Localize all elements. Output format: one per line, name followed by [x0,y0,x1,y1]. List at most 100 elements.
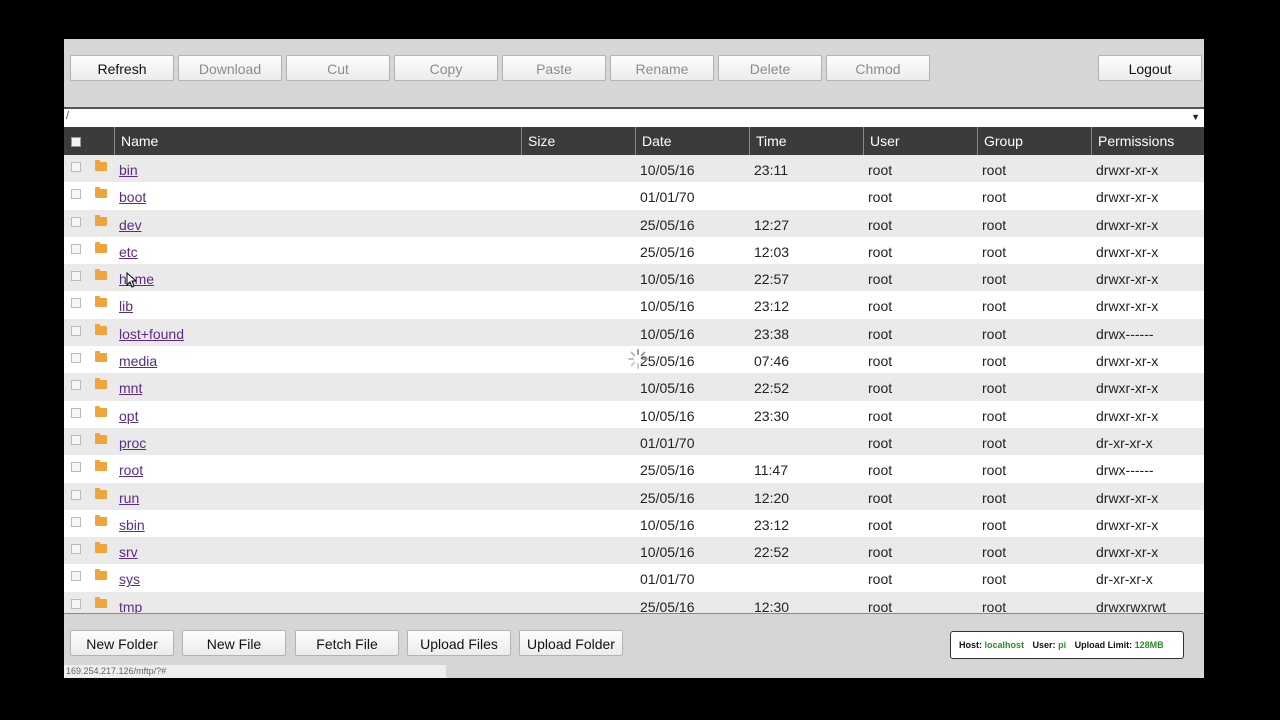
download-button[interactable]: Download [178,55,282,81]
column-header-size[interactable]: Size [521,127,635,155]
table-row[interactable]: proc 01/01/70 root root dr-xr-xr-x [64,427,1204,456]
table-row[interactable]: etc 25/05/16 12:03 root root drwxr-xr-x [64,237,1204,264]
delete-button[interactable]: Delete [718,55,822,81]
row-checkbox[interactable] [71,353,81,364]
file-name-link[interactable]: srv [119,544,138,560]
fetch-file-button[interactable]: Fetch File [295,630,399,656]
upload-limit-value: 128MB [1134,640,1164,650]
row-checkbox[interactable] [71,462,81,473]
row-checkbox[interactable] [71,162,81,172]
column-header-date[interactable]: Date [635,127,749,155]
file-name-link[interactable]: lost+found [119,326,184,342]
time-cell: 11:47 [754,462,788,479]
rename-button[interactable]: Rename [610,55,714,81]
column-header-user[interactable]: User [863,127,977,155]
row-checkbox[interactable] [71,489,81,500]
table-row[interactable]: home 10/05/16 22:57 root root drwxr-xr-x [64,264,1204,292]
select-all-checkbox[interactable] [71,137,81,147]
row-checkbox[interactable] [71,407,81,418]
table-row[interactable]: tmp 25/05/16 12:30 root root drwxrwxrwt [64,591,1204,614]
logout-button[interactable]: Logout [1098,55,1202,81]
table-row[interactable]: run 25/05/16 12:20 root root drwxr-xr-x [64,482,1204,510]
time-cell: 12:27 [754,216,790,233]
row-checkbox[interactable] [71,544,81,555]
cut-button[interactable]: Cut [286,55,390,81]
folder-icon [95,569,107,581]
new-folder-button[interactable]: New Folder [70,630,174,656]
file-name-link[interactable]: home [119,271,154,287]
group-cell: root [982,407,1007,424]
group-cell: root [982,571,1007,588]
file-name-link[interactable]: sbin [119,517,145,533]
folder-icon [95,160,107,171]
column-header-name[interactable]: Name [114,127,521,155]
column-header-group[interactable]: Group [977,127,1091,155]
file-name-link[interactable]: sys [119,571,140,587]
toolbar: Refresh Download Cut Copy Paste Rename D… [64,39,1204,107]
file-name-link[interactable]: lib [119,298,133,314]
table-row[interactable]: mnt 10/05/16 22:52 root root drwxr-xr-x [64,373,1204,401]
row-checkbox[interactable] [71,598,81,609]
table-row[interactable]: lib 10/05/16 23:12 root root drwxr-xr-x [64,291,1204,318]
table-row[interactable]: dev 25/05/16 12:27 root root drwxr-xr-x [64,209,1204,237]
permissions-cell: drwxr-xr-x [1096,544,1159,561]
table-header: Name Size Date Time User Group Permissio… [64,127,1204,155]
group-cell: root [982,544,1007,561]
permissions-cell: dr-xr-xr-x [1096,571,1153,588]
file-name-link[interactable]: tmp [119,599,142,613]
row-checkbox[interactable] [71,516,81,527]
row-checkbox[interactable] [71,189,81,200]
permissions-cell: drwxr-xr-x [1096,298,1159,315]
permissions-cell: dr-xr-xr-x [1096,434,1153,451]
host-value: localhost [984,640,1025,650]
file-name-link[interactable]: media [119,353,157,369]
permissions-cell: drwx------ [1096,325,1154,342]
file-name-link[interactable]: opt [119,408,138,424]
date-cell: 10/05/16 [640,544,695,561]
file-name-link[interactable]: dev [119,217,142,233]
row-checkbox[interactable] [71,571,81,582]
file-name-link[interactable]: proc [119,435,146,451]
row-checkbox[interactable] [71,216,81,227]
copy-button[interactable]: Copy [394,55,498,81]
file-name-link[interactable]: etc [119,244,138,260]
file-name-link[interactable]: run [119,490,139,506]
path-selector[interactable]: / ▼ [64,107,1204,127]
permissions-cell: drwxr-xr-x [1096,407,1159,424]
row-checkbox[interactable] [71,271,81,282]
table-row[interactable]: opt 10/05/16 23:30 root root drwxr-xr-x [64,401,1204,428]
row-checkbox[interactable] [71,325,81,336]
file-name-link[interactable]: root [119,462,143,478]
row-checkbox[interactable] [71,380,81,391]
date-cell: 10/05/16 [640,380,695,397]
refresh-button[interactable]: Refresh [70,55,174,81]
upload-files-button[interactable]: Upload Files [407,630,511,656]
row-checkbox[interactable] [71,243,81,254]
file-list: bin 10/05/16 23:11 root root drwxr-xr-x boot 01… [64,155,1204,614]
user-cell: root [868,598,893,614]
row-checkbox[interactable] [71,298,81,309]
table-row[interactable]: srv 10/05/16 22:52 root root drwxr-xr-x [64,537,1204,565]
table-row[interactable]: bin 10/05/16 23:11 root root drwxr-xr-x [64,155,1204,183]
upload-folder-button[interactable]: Upload Folder [519,630,623,656]
table-row[interactable]: root 25/05/16 11:47 root root drwx------ [64,455,1204,482]
row-checkbox[interactable] [71,434,81,445]
permissions-cell: drwxr-xr-x [1096,243,1159,260]
new-file-button[interactable]: New File [182,630,286,656]
file-name-link[interactable]: boot [119,189,146,205]
dropdown-arrow-icon[interactable]: ▼ [1191,112,1200,122]
file-name-link[interactable]: bin [119,162,138,178]
table-row[interactable]: sbin 10/05/16 23:12 root root drwxr-xr-x [64,510,1204,537]
table-row[interactable]: boot 01/01/70 root root drwxr-xr-x [64,182,1204,209]
table-row[interactable]: lost+found 10/05/16 23:38 root root drwx-----… [64,318,1204,347]
paste-button[interactable]: Paste [502,55,606,81]
date-cell: 25/05/16 [640,489,695,506]
table-row[interactable]: sys 01/01/70 root root dr-xr-xr-x [64,564,1204,591]
column-header-permissions[interactable]: Permissions [1091,127,1204,155]
folder-icon [95,432,107,444]
date-cell: 10/05/16 [640,516,695,533]
column-header-time[interactable]: Time [749,127,863,155]
chmod-button[interactable]: Chmod [826,55,930,81]
file-name-link[interactable]: mnt [119,380,142,396]
mouse-cursor-icon [126,272,136,288]
